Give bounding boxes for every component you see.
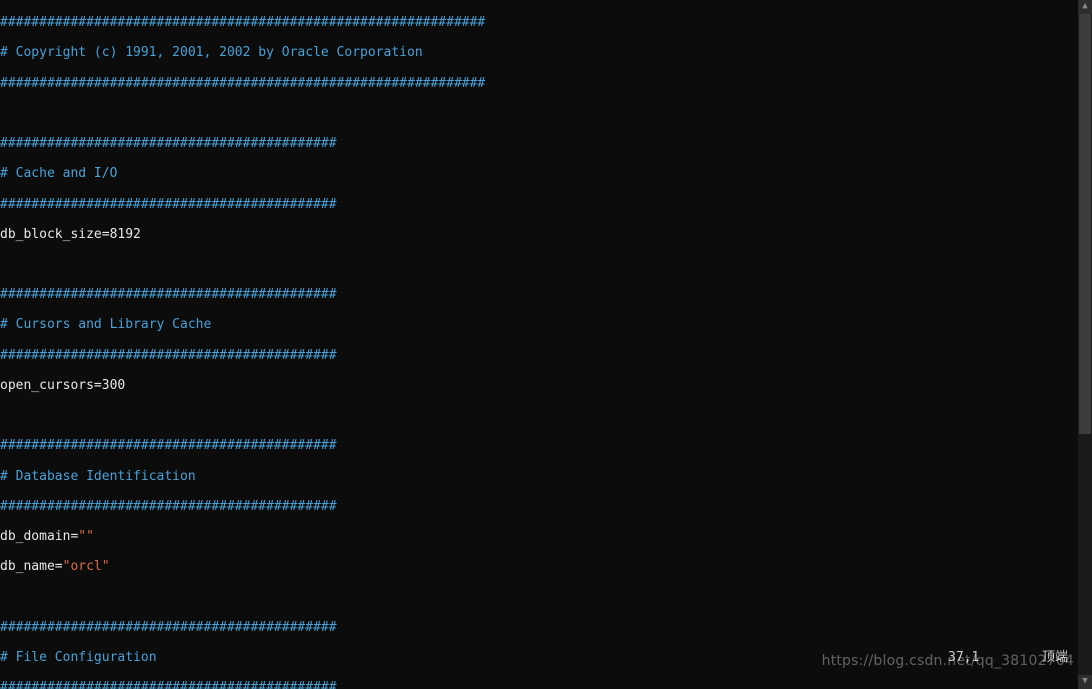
hash-line: ########################################…: [0, 15, 485, 30]
copyright-line: # Copyright (c) 1991, 2001, 2002 by Orac…: [0, 45, 423, 60]
param-db-domain: db_domain: [0, 529, 70, 544]
section-title-cache: # Cache and I/O: [0, 166, 117, 181]
scroll-up-button[interactable]: ▲: [1078, 0, 1092, 14]
scroll-track[interactable]: [1078, 14, 1092, 675]
hash-line: ########################################…: [0, 287, 337, 302]
hash-line: ########################################…: [0, 197, 337, 212]
hash-line: ########################################…: [0, 136, 337, 151]
hash-line: ########################################…: [0, 499, 337, 514]
hash-line: ########################################…: [0, 76, 485, 91]
param-db-name: db_name: [0, 559, 55, 574]
param-open-cursors: open_cursors: [0, 378, 94, 393]
vim-status-position: 37,1 顶端: [948, 650, 1068, 665]
hash-line: ########################################…: [0, 348, 337, 363]
param-db-block-size: db_block_size: [0, 227, 102, 242]
vertical-scrollbar[interactable]: ▲ ▼: [1078, 0, 1092, 689]
scroll-thumb[interactable]: [1079, 14, 1091, 434]
scroll-down-button[interactable]: ▼: [1078, 675, 1092, 689]
section-title-cursors: # Cursors and Library Cache: [0, 317, 211, 332]
section-title-filecfg: # File Configuration: [0, 650, 157, 665]
hash-line: ########################################…: [0, 438, 337, 453]
terminal-editor[interactable]: ########################################…: [0, 0, 1078, 689]
section-title-dbid: # Database Identification: [0, 469, 196, 484]
hash-line: ########################################…: [0, 620, 337, 635]
hash-line: ########################################…: [0, 680, 337, 689]
